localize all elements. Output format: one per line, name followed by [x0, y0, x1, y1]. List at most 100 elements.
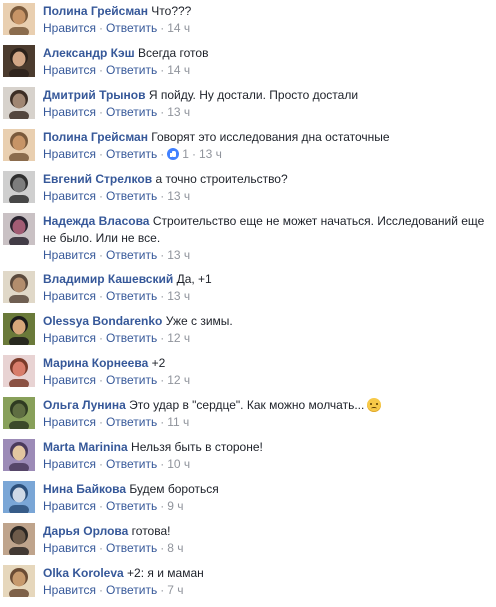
- comment-text: Я пойду. Ну достали. Просто достали: [148, 88, 359, 102]
- avatar[interactable]: [3, 213, 35, 245]
- comment-timestamp[interactable]: 9 ч: [167, 499, 183, 513]
- comment-actions: Нравится · Ответить · 13 ч: [43, 247, 490, 263]
- comment-timestamp[interactable]: 13 ч: [167, 105, 190, 119]
- comment-author-link[interactable]: Olka Koroleva: [43, 566, 124, 580]
- comment-author-link[interactable]: Полина Грейсман: [43, 130, 148, 144]
- comment-body: Полина Грейсман Говорят это исследования…: [43, 129, 490, 162]
- reply-button[interactable]: Ответить: [106, 289, 157, 303]
- avatar[interactable]: [3, 565, 35, 597]
- comment-author-link[interactable]: Владимир Кашевский: [43, 272, 173, 286]
- like-button[interactable]: Нравится: [43, 373, 96, 387]
- comment-author-link[interactable]: Дарья Орлова: [43, 524, 128, 538]
- comment-line: Марина Корнеева +2: [43, 355, 490, 372]
- like-button[interactable]: Нравится: [43, 63, 96, 77]
- like-button[interactable]: Нравится: [43, 105, 96, 119]
- comment-body: Надежда Власова Строительство еще не мож…: [43, 213, 490, 263]
- reply-button[interactable]: Ответить: [106, 331, 157, 345]
- reply-button[interactable]: Ответить: [106, 147, 157, 161]
- separator: ·: [160, 289, 165, 303]
- comment-timestamp[interactable]: 13 ч: [167, 248, 190, 262]
- comment-text: Что???: [151, 4, 192, 18]
- comment-line: Нина Байкова Будем бороться: [43, 481, 490, 498]
- avatar[interactable]: [3, 355, 35, 387]
- comment-timestamp[interactable]: 13 ч: [167, 189, 190, 203]
- avatar[interactable]: [3, 439, 35, 471]
- comment-author-link[interactable]: Полина Грейсман: [43, 4, 148, 18]
- comment-actions: Нравится · Ответить · 14 ч: [43, 20, 490, 36]
- like-button[interactable]: Нравится: [43, 457, 96, 471]
- separator: ·: [160, 21, 165, 35]
- like-button[interactable]: Нравится: [43, 147, 96, 161]
- like-button[interactable]: Нравится: [43, 289, 96, 303]
- avatar[interactable]: [3, 129, 35, 161]
- comment-timestamp[interactable]: 12 ч: [167, 373, 190, 387]
- comment-timestamp[interactable]: 14 ч: [167, 21, 190, 35]
- avatar[interactable]: [3, 397, 35, 429]
- comment-author-link[interactable]: Olessya Bondarenko: [43, 314, 162, 328]
- comment-timestamp[interactable]: 13 ч: [167, 289, 190, 303]
- comment-line: Olka Koroleva +2: я и маман: [43, 565, 490, 582]
- comment-timestamp[interactable]: 12 ч: [167, 331, 190, 345]
- comment-author-link[interactable]: Александр Кэш: [43, 46, 135, 60]
- thumbs-up-icon: [167, 148, 180, 160]
- avatar[interactable]: [3, 171, 35, 203]
- reply-button[interactable]: Ответить: [106, 21, 157, 35]
- like-button[interactable]: Нравится: [43, 415, 96, 429]
- comment-text: а точно строительство?: [155, 172, 288, 186]
- comment-actions: Нравится · Ответить · 7 ч: [43, 582, 490, 598]
- like-button[interactable]: Нравится: [43, 248, 96, 262]
- comment-author-link[interactable]: Надежда Власова: [43, 214, 149, 228]
- like-count-value: 1: [182, 147, 189, 161]
- reply-button[interactable]: Ответить: [106, 248, 157, 262]
- comment-actions: Нравится · Ответить · 1 · 13 ч: [43, 146, 490, 162]
- comment-timestamp[interactable]: 14 ч: [167, 63, 190, 77]
- comment-author-link[interactable]: Евгений Стрелков: [43, 172, 152, 186]
- comment-body: Olessya Bondarenko Уже с зимы. Нравится · О…: [43, 313, 490, 346]
- comment-actions: Нравится · Ответить · 13 ч: [43, 104, 490, 120]
- comment-author-link[interactable]: Marta Marinina: [43, 440, 128, 454]
- comment-actions: Нравится · Ответить · 8 ч: [43, 540, 490, 556]
- like-button[interactable]: Нравится: [43, 189, 96, 203]
- like-button[interactable]: Нравится: [43, 331, 96, 345]
- like-button[interactable]: Нравится: [43, 21, 96, 35]
- comment-text: готова!: [131, 524, 171, 538]
- avatar[interactable]: [3, 87, 35, 119]
- avatar[interactable]: [3, 271, 35, 303]
- separator: ·: [98, 21, 103, 35]
- comment-timestamp[interactable]: 8 ч: [167, 541, 183, 555]
- avatar[interactable]: [3, 45, 35, 77]
- comment-list: Полина Грейсман Что??? Нравится · Ответить ·…: [0, 0, 496, 607]
- reply-button[interactable]: Ответить: [106, 583, 157, 597]
- avatar[interactable]: [3, 523, 35, 555]
- comment-body: Ольга Лунина Это удар в "сердце". Как мо…: [43, 397, 490, 430]
- comment-timestamp[interactable]: 10 ч: [167, 457, 190, 471]
- comment-line: Дмитрий Трынов Я пойду. Ну достали. Прос…: [43, 87, 490, 104]
- comment-author-link[interactable]: Марина Корнеева: [43, 356, 148, 370]
- comment-author-link[interactable]: Ольга Лунина: [43, 398, 126, 412]
- reply-button[interactable]: Ответить: [106, 63, 157, 77]
- avatar[interactable]: [3, 481, 35, 513]
- comment-line: Владимир Кашевский Да, +1: [43, 271, 490, 288]
- like-button[interactable]: Нравится: [43, 583, 96, 597]
- reply-button[interactable]: Ответить: [106, 457, 157, 471]
- separator: ·: [98, 248, 103, 262]
- avatar[interactable]: [3, 3, 35, 35]
- reply-button[interactable]: Ответить: [106, 105, 157, 119]
- reply-button[interactable]: Ответить: [106, 373, 157, 387]
- comment-author-link[interactable]: Нина Байкова: [43, 482, 126, 496]
- like-count[interactable]: 1: [167, 147, 189, 161]
- avatar[interactable]: [3, 313, 35, 345]
- comment-timestamp[interactable]: 7 ч: [167, 583, 183, 597]
- reply-button[interactable]: Ответить: [106, 189, 157, 203]
- comment-timestamp[interactable]: 11 ч: [167, 415, 189, 429]
- like-button[interactable]: Нравится: [43, 541, 96, 555]
- reply-button[interactable]: Ответить: [106, 415, 157, 429]
- like-button[interactable]: Нравится: [43, 499, 96, 513]
- comment-timestamp[interactable]: 13 ч: [199, 147, 222, 161]
- comment-text: Это удар в "сердце". Как можно молчать..…: [129, 398, 365, 412]
- comment-author-link[interactable]: Дмитрий Трынов: [43, 88, 146, 102]
- comment-actions: Нравится · Ответить · 12 ч: [43, 372, 490, 388]
- comment-text: Всегда готов: [137, 46, 209, 60]
- reply-button[interactable]: Ответить: [106, 541, 157, 555]
- reply-button[interactable]: Ответить: [106, 499, 157, 513]
